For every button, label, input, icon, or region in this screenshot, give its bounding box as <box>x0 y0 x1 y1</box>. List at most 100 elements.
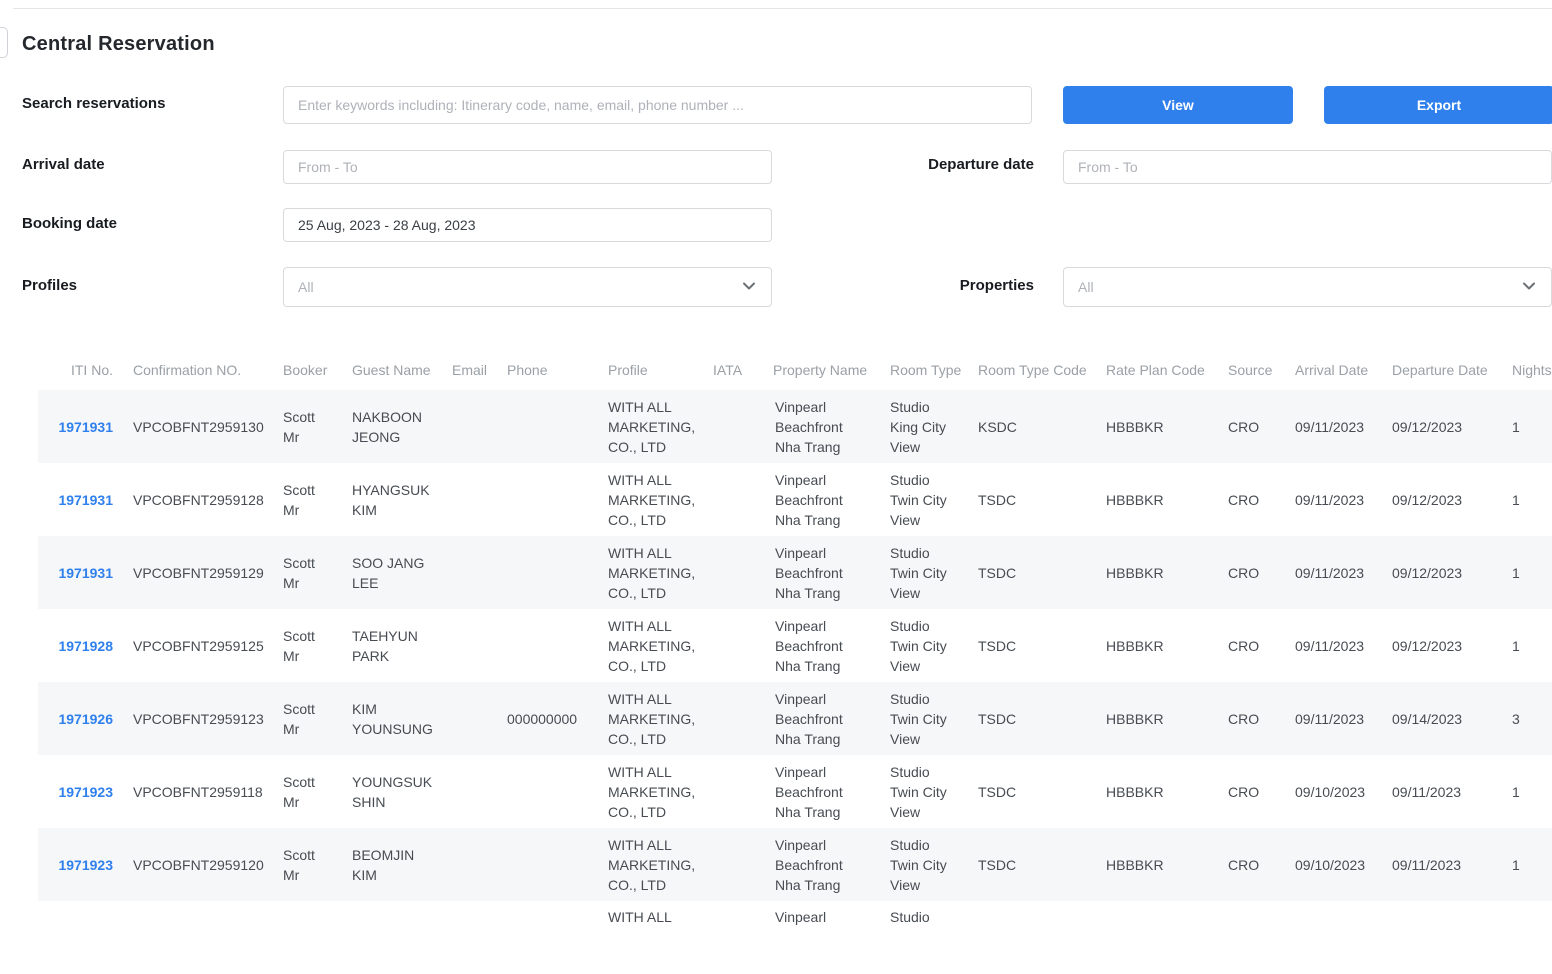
booking-date-input[interactable]: 25 Aug, 2023 - 28 Aug, 2023 <box>283 208 772 242</box>
cell-guest: KIM YOUNSUNG <box>342 682 442 755</box>
cell-conf: VPCOBFNT2959118 <box>123 755 273 828</box>
cell-rtcode <box>968 901 1096 974</box>
table-row: 1971923VPCOBFNT2959118Scott MrYOUNGSUK S… <box>38 755 1552 828</box>
cell-email <box>442 828 497 901</box>
departure-date-input[interactable]: From - To <box>1063 150 1552 184</box>
cell-roomtype: Studio Twin City View <box>880 536 968 609</box>
departure-date-label: Departure date <box>830 156 1034 173</box>
view-button[interactable]: View <box>1063 86 1293 124</box>
arrival-date-input[interactable]: From - To <box>283 150 772 184</box>
reservations-table: ITI No.Confirmation NO.BookerGuest NameE… <box>38 350 1552 974</box>
cell-booker: Scott Mr <box>273 755 342 828</box>
page-title: Central Reservation <box>22 33 215 56</box>
cell-arrival: 09/10/2023 <box>1285 828 1382 901</box>
cell-prop: Vinpearl Beachfront Nha Trang <box>763 682 880 755</box>
cell-iata <box>703 901 763 974</box>
cell-roomtype: Studio Twin City View <box>880 755 968 828</box>
column-header-arrival: Arrival Date <box>1285 350 1382 390</box>
cell-iti: 1971926 <box>38 682 123 755</box>
cell-night: 1 <box>1497 828 1552 901</box>
column-header-prop: Property Name <box>763 350 880 390</box>
profiles-selected-value: All <box>298 279 314 295</box>
cell-phone: 000000000 <box>497 682 598 755</box>
iti-number-link[interactable]: 1971931 <box>58 565 113 581</box>
sidebar-toggle-button[interactable] <box>0 27 8 58</box>
cell-booker: Scott Mr <box>273 390 342 463</box>
cell-booker: Scott Mr <box>273 536 342 609</box>
cell-profile: WITH ALL MARKETING, CO., LTD <box>598 755 703 828</box>
cell-profile: WITH ALL MARKETING, CO., LTD <box>598 536 703 609</box>
cell-arrival: 09/11/2023 <box>1285 463 1382 536</box>
arrival-date-label: Arrival date <box>22 156 105 173</box>
cell-email <box>442 463 497 536</box>
cell-departure: 09/12/2023 <box>1382 536 1497 609</box>
cell-iata <box>703 390 763 463</box>
table-row: 1971931VPCOBFNT2959130Scott MrNAKBOON JE… <box>38 390 1552 463</box>
column-header-phone: Phone <box>497 350 598 390</box>
iti-number-link[interactable]: 1971931 <box>58 419 113 435</box>
cell-profile: WITH ALL <box>598 901 703 974</box>
cell-iata <box>703 463 763 536</box>
cell-phone <box>497 609 598 682</box>
cell-phone <box>497 828 598 901</box>
cell-rpcode <box>1096 901 1218 974</box>
iti-number-link[interactable]: 1971931 <box>58 492 113 508</box>
cell-guest <box>342 901 442 974</box>
cell-profile: WITH ALL MARKETING, CO., LTD <box>598 463 703 536</box>
search-input[interactable]: Enter keywords including: Itinerary code… <box>283 86 1032 124</box>
iti-number-link[interactable]: 1971923 <box>58 784 113 800</box>
column-header-profile: Profile <box>598 350 703 390</box>
cell-night: 3 <box>1497 682 1552 755</box>
table-row: 1971931VPCOBFNT2959129Scott MrSOO JANG L… <box>38 536 1552 609</box>
profiles-select[interactable]: All <box>283 267 772 307</box>
cell-night: 1 <box>1497 536 1552 609</box>
cell-profile: WITH ALL MARKETING, CO., LTD <box>598 682 703 755</box>
cell-source: CRO <box>1218 463 1285 536</box>
cell-prop: Vinpearl Beachfront Nha Trang <box>763 609 880 682</box>
cell-roomtype: Studio <box>880 901 968 974</box>
cell-profile: WITH ALL MARKETING, CO., LTD <box>598 609 703 682</box>
cell-source: CRO <box>1218 390 1285 463</box>
cell-guest: HYANGSUK KIM <box>342 463 442 536</box>
cell-night: 1 <box>1497 755 1552 828</box>
cell-iti: 1971931 <box>38 390 123 463</box>
cell-arrival: 09/11/2023 <box>1285 536 1382 609</box>
cell-booker: Scott Mr <box>273 682 342 755</box>
cell-rpcode: HBBBKR <box>1096 390 1218 463</box>
cell-iata <box>703 755 763 828</box>
cell-phone <box>497 901 598 974</box>
cell-night <box>1497 901 1552 974</box>
cell-phone <box>497 390 598 463</box>
cell-roomtype: Studio Twin City View <box>880 682 968 755</box>
cell-guest: SOO JANG LEE <box>342 536 442 609</box>
cell-night: 1 <box>1497 609 1552 682</box>
column-header-source: Source <box>1218 350 1285 390</box>
iti-number-link[interactable]: 1971926 <box>58 711 113 727</box>
iti-number-link[interactable]: 1971928 <box>58 638 113 654</box>
cell-email <box>442 390 497 463</box>
cell-night: 1 <box>1497 463 1552 536</box>
cell-rpcode: HBBBKR <box>1096 682 1218 755</box>
cell-booker: Scott Mr <box>273 828 342 901</box>
cell-conf: VPCOBFNT2959128 <box>123 463 273 536</box>
cell-rtcode: TSDC <box>968 682 1096 755</box>
cell-prop: Vinpearl Beachfront Nha Trang <box>763 755 880 828</box>
chevron-down-icon <box>1521 278 1537 297</box>
export-button[interactable]: Export <box>1324 86 1552 124</box>
cell-roomtype: Studio Twin City View <box>880 828 968 901</box>
cell-rpcode: HBBBKR <box>1096 609 1218 682</box>
cell-source <box>1218 901 1285 974</box>
column-header-conf: Confirmation NO. <box>123 350 273 390</box>
cell-conf: VPCOBFNT2959120 <box>123 828 273 901</box>
iti-number-link[interactable]: 1971923 <box>58 857 113 873</box>
top-divider <box>13 8 1552 9</box>
column-header-night: Nights <box>1497 350 1552 390</box>
cell-rpcode: HBBBKR <box>1096 828 1218 901</box>
cell-conf: VPCOBFNT2959130 <box>123 390 273 463</box>
cell-email <box>442 901 497 974</box>
cell-prop: Vinpearl Beachfront Nha Trang <box>763 463 880 536</box>
cell-booker: Scott Mr <box>273 609 342 682</box>
cell-source: CRO <box>1218 755 1285 828</box>
properties-select[interactable]: All <box>1063 267 1552 307</box>
cell-rpcode: HBBBKR <box>1096 463 1218 536</box>
